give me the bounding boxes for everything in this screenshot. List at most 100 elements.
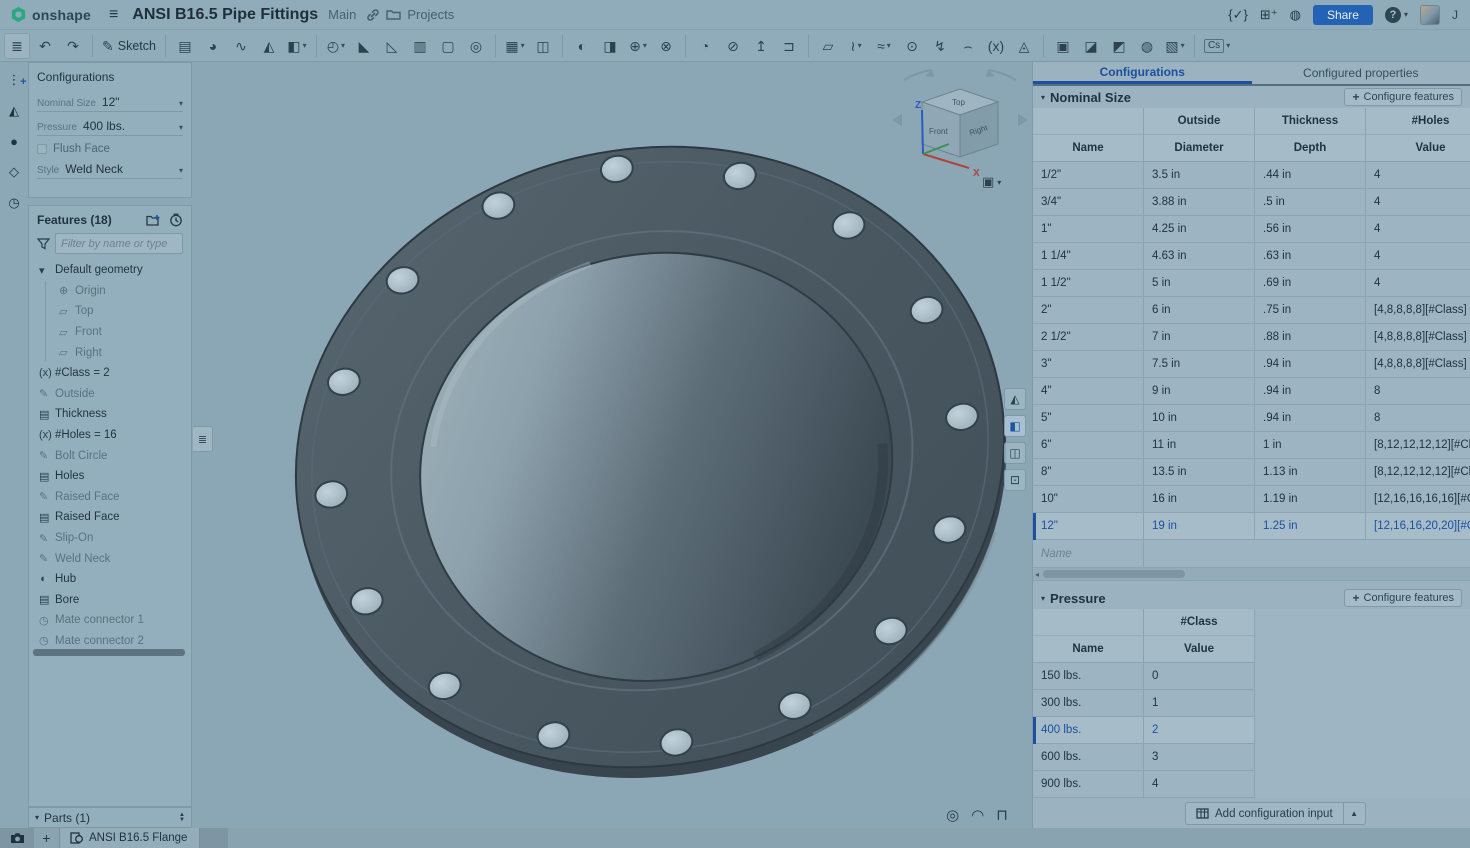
featurescript-icon[interactable]: {✓} [1228, 7, 1248, 23]
table-cell[interactable]: 2" [1033, 297, 1144, 324]
table-cell[interactable]: 5" [1033, 405, 1144, 432]
boolean-tool[interactable]: ◧▾ [284, 33, 310, 59]
table-cell[interactable]: 900 lbs. [1033, 771, 1144, 798]
chevron-down-icon[interactable]: ▾ [887, 41, 891, 50]
insert-instance-icon[interactable]: ⋮+ [8, 72, 21, 88]
chevron-down-icon[interactable]: ▾ [1041, 594, 1045, 603]
table-cell[interactable]: 8" [1033, 459, 1144, 486]
tab-configurations[interactable]: Configurations [1033, 62, 1252, 84]
measure-tape-button[interactable]: ◎ [946, 806, 959, 824]
comments-icon[interactable]: ● [10, 134, 18, 149]
table-row[interactable]: 2 1/2"7 in.88 in[4,8,8,8,8][#Class] [1033, 324, 1470, 351]
screenshot-icon[interactable] [0, 828, 34, 848]
new-config-name-input[interactable]: Name [1033, 540, 1144, 568]
avatar[interactable] [1420, 5, 1440, 25]
table-cell[interactable]: 1.25 in [1255, 513, 1366, 540]
learning-icon[interactable]: ◇ [9, 164, 19, 180]
display-states-button[interactable]: ⊡ [1004, 469, 1026, 491]
sweep-tool[interactable]: ∿ [228, 33, 254, 59]
help-icon[interactable]: ? [1385, 7, 1401, 23]
chevron-down-icon[interactable]: ▾ [1226, 41, 1230, 50]
table-cell[interactable]: .63 in [1255, 243, 1366, 270]
feature-variable-class[interactable]: (x)#Class = 2 [29, 363, 191, 384]
rotate-right-arrow[interactable] [1018, 114, 1028, 126]
new-config-row[interactable]: Name [1033, 540, 1470, 568]
panel-expand-handle[interactable]: ≣ [193, 426, 213, 452]
plane-tool[interactable]: ▱ [815, 33, 841, 59]
table-cell[interactable]: 2 [1144, 717, 1255, 744]
table-cell[interactable]: 7 in [1144, 324, 1255, 351]
feature-plane-top[interactable]: ▱Top [29, 301, 191, 322]
feature-list-toggle[interactable]: ≣ [4, 33, 30, 59]
table-cell[interactable]: 6" [1033, 432, 1144, 459]
table-cell[interactable]: 4 [1366, 216, 1470, 243]
chevron-down-icon[interactable]: ▾ [303, 41, 307, 50]
parts-scroll-spinner[interactable]: ▲▼ [179, 813, 185, 823]
chevron-down-icon[interactable]: ▾ [179, 99, 183, 108]
chevron-down-icon[interactable]: ▾ [179, 123, 183, 132]
section-view-button[interactable]: ◫ [1004, 442, 1026, 464]
chevron-down-icon[interactable]: ▾ [643, 41, 647, 50]
helix-tool[interactable]: ≀▾ [843, 33, 869, 59]
tab-configured-properties[interactable]: Configured properties [1252, 62, 1470, 84]
table-cell[interactable]: 10 in [1144, 405, 1255, 432]
parts-panel[interactable]: ▾ Parts (1) ▲▼ [28, 807, 192, 828]
features-scrollbar[interactable] [33, 649, 185, 656]
part-studio-tab[interactable]: ANSI B16.5 Flange [60, 828, 200, 848]
filter-input[interactable] [55, 233, 183, 254]
table-cell[interactable]: [12,16,16,20,20][#Class] [1366, 513, 1470, 540]
table-cell[interactable]: 1.13 in [1255, 459, 1366, 486]
table-cell[interactable]: .5 in [1255, 189, 1366, 216]
project-curve-tool[interactable]: ↯ [927, 33, 953, 59]
feature-plane-front[interactable]: ▱Front [29, 322, 191, 343]
rollback-clock-icon[interactable] [169, 213, 183, 227]
config-dropdown-pressure[interactable]: Pressure400 lbs.▾ [37, 116, 183, 136]
table-row[interactable]: 12"19 in1.25 in[12,16,16,20,20][#Class] [1033, 513, 1470, 540]
table-cell[interactable]: 5 in [1144, 270, 1255, 297]
chevron-down-icon[interactable]: ▾ [35, 813, 39, 822]
table-cell[interactable]: 19 in [1144, 513, 1255, 540]
table-cell[interactable]: .56 in [1255, 216, 1366, 243]
table-cell[interactable]: 8 [1366, 378, 1470, 405]
table-cell[interactable]: 1.19 in [1255, 486, 1366, 513]
sheet-metal-tool[interactable]: ▧▾ [1162, 33, 1188, 59]
delete-part-tool[interactable]: ⊗ [653, 33, 679, 59]
table-row[interactable]: 8"13.5 in1.13 in[8,12,12,12,12][#Class] [1033, 459, 1470, 486]
link-icon[interactable] [366, 8, 380, 22]
table-cell[interactable]: 4 [1366, 243, 1470, 270]
table-cell[interactable]: 4 [1366, 189, 1470, 216]
table-row[interactable]: 6"11 in1 in[8,12,12,12,12][#Class] [1033, 432, 1470, 459]
history-icon[interactable]: ◷ [8, 195, 19, 211]
table-cell[interactable]: .69 in [1255, 270, 1366, 297]
feature-mate-connector-1[interactable]: ◷Mate connector 1 [29, 610, 191, 631]
feature-sketch-slip-on[interactable]: ✎Slip-On [29, 528, 191, 549]
mirror-tool[interactable]: ◫ [530, 33, 556, 59]
table-cell[interactable]: [4,8,8,8,8][#Class] [1366, 351, 1470, 378]
table-cell[interactable]: 13.5 in [1144, 459, 1255, 486]
variable-tool[interactable]: (x) [983, 33, 1009, 59]
import-tool[interactable]: ▣ [1050, 33, 1076, 59]
table-cell[interactable]: 1 [1144, 690, 1255, 717]
edit-appearance-icon[interactable]: ◭ [9, 103, 19, 119]
config-dropdown-style[interactable]: StyleWeld Neck▾ [37, 159, 183, 179]
feature-origin[interactable]: ⊕Origin [29, 281, 191, 302]
table-cell[interactable]: 3/4" [1033, 189, 1144, 216]
custom-features-tool[interactable]: Cs▾ [1201, 33, 1233, 59]
add-configuration-dropdown[interactable]: ▲ [1344, 802, 1366, 825]
language-icon[interactable]: ◍ [1290, 7, 1301, 23]
revolve-tool[interactable]: ◕ [200, 33, 226, 59]
table-row[interactable]: 2"6 in.75 in[4,8,8,8,8][#Class] [1033, 297, 1470, 324]
material-tool[interactable]: ◬ [1011, 33, 1037, 59]
measure-angle-button[interactable]: ◠ [971, 806, 984, 824]
feature-extrude-raised-face[interactable]: ▤Raised Face [29, 507, 191, 528]
rib-tool[interactable]: ▥ [407, 33, 433, 59]
feature-sketch-bolt-circle[interactable]: ✎Bolt Circle [29, 445, 191, 466]
export-tool[interactable]: ◩ [1106, 33, 1132, 59]
table-cell[interactable]: 600 lbs. [1033, 744, 1144, 771]
sketch-button[interactable]: ✎Sketch [99, 33, 159, 59]
redo-button[interactable]: ↷ [60, 33, 86, 59]
filter-icon[interactable] [37, 238, 50, 250]
appearance-tool[interactable]: ◍ [1134, 33, 1160, 59]
chevron-down-icon[interactable]: ▾ [341, 41, 345, 50]
chevron-down-icon[interactable]: ▾ [521, 41, 525, 50]
